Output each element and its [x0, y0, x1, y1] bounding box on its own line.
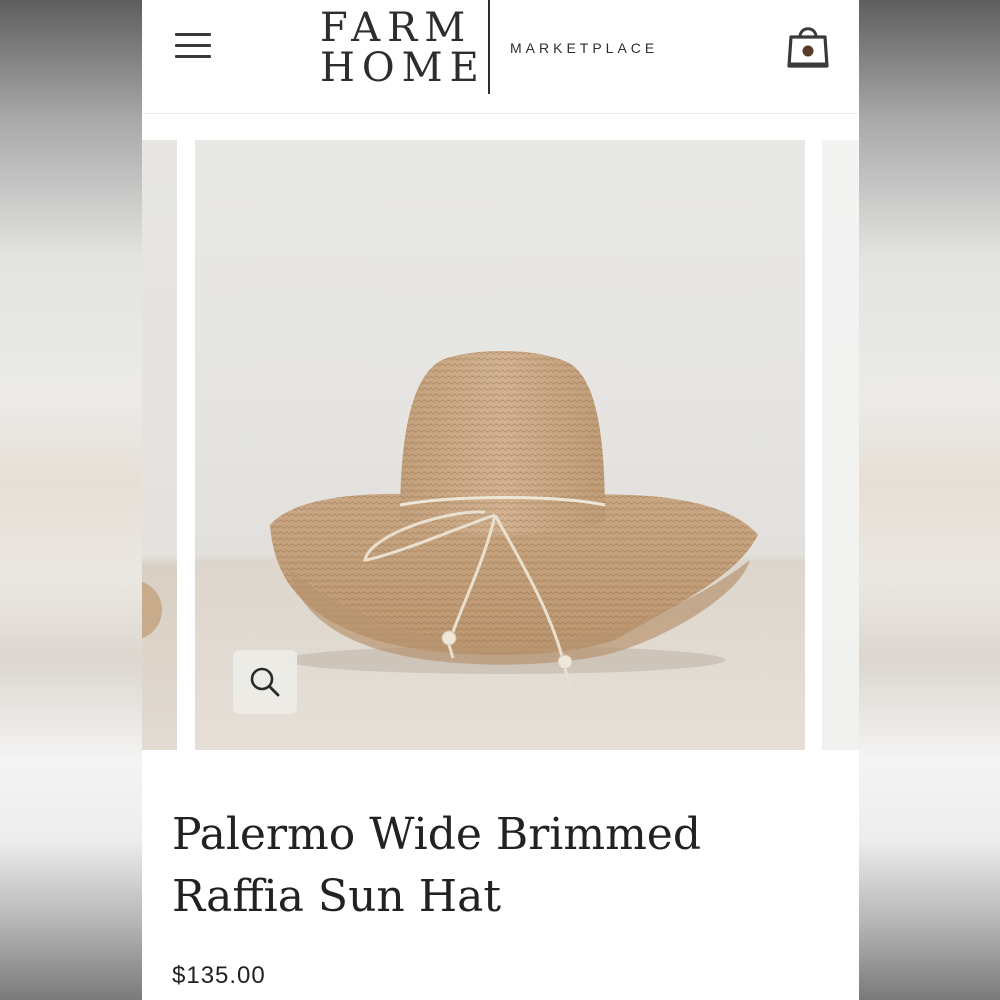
site-header: FARM HOME MARKETPLACE — [142, 0, 859, 114]
backdrop-right — [859, 0, 1000, 1000]
logo-word-farm: FARM — [320, 5, 473, 51]
site-logo[interactable]: FARM HOME MARKETPLACE — [320, 0, 700, 96]
logo-divider — [488, 0, 490, 94]
zoom-button[interactable] — [233, 650, 297, 714]
phone-screen: FARM HOME MARKETPLACE Palermo Wide Brimm… — [142, 0, 859, 1000]
next-image-slide[interactable] — [822, 140, 859, 750]
backdrop-left — [0, 0, 142, 1000]
logo-word-home: HOME — [320, 45, 486, 91]
magnifier-icon — [250, 667, 280, 697]
product-title: Palermo Wide Brimmed Raffia Sun Hat — [172, 809, 702, 922]
shopping-bag-icon[interactable] — [786, 22, 830, 70]
product-price: $135.00 — [172, 962, 266, 989]
previous-image-slide[interactable] — [142, 140, 177, 750]
product-image-main[interactable] — [195, 140, 805, 750]
logo-tagline: MARKETPLACE — [510, 40, 659, 56]
product-image-gallery[interactable] — [142, 140, 859, 750]
hamburger-menu-icon[interactable] — [172, 30, 216, 62]
